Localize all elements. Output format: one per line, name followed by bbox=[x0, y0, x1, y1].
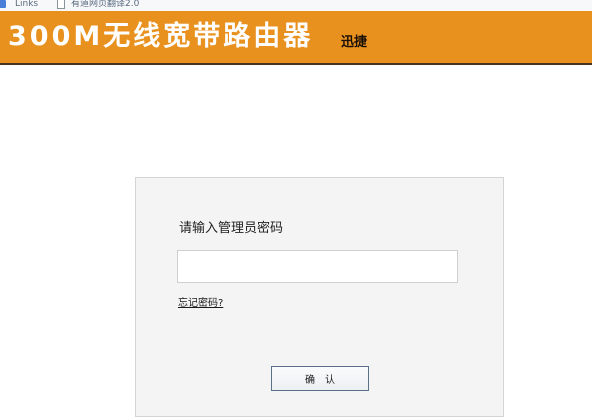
password-input[interactable] bbox=[177, 250, 458, 283]
bookmarks-bar: Links 有道网页翻译2.0 bbox=[0, 0, 592, 11]
brand-name: 迅捷 bbox=[341, 35, 368, 50]
bookmark-links[interactable]: Links bbox=[0, 0, 38, 11]
page-icon bbox=[57, 0, 65, 9]
forgot-password-link[interactable]: 忘记密码? bbox=[178, 297, 223, 310]
bookmark-links-label: Links bbox=[15, 0, 39, 9]
confirm-button[interactable]: 确认 bbox=[271, 366, 369, 391]
router-header: 300M无线宽带路由器 迅捷 bbox=[0, 11, 592, 65]
folder-icon bbox=[0, 0, 6, 8]
bookmark-youdao-translate[interactable]: 有道网页翻译2.0 bbox=[57, 0, 139, 11]
login-panel: 请输入管理员密码 忘记密码? 确认 bbox=[135, 177, 504, 417]
password-prompt-label: 请输入管理员密码 bbox=[179, 221, 284, 236]
product-title: 300M无线宽带路由器 bbox=[8, 21, 314, 52]
bookmark-youdao-label: 有道网页翻译2.0 bbox=[71, 0, 140, 9]
